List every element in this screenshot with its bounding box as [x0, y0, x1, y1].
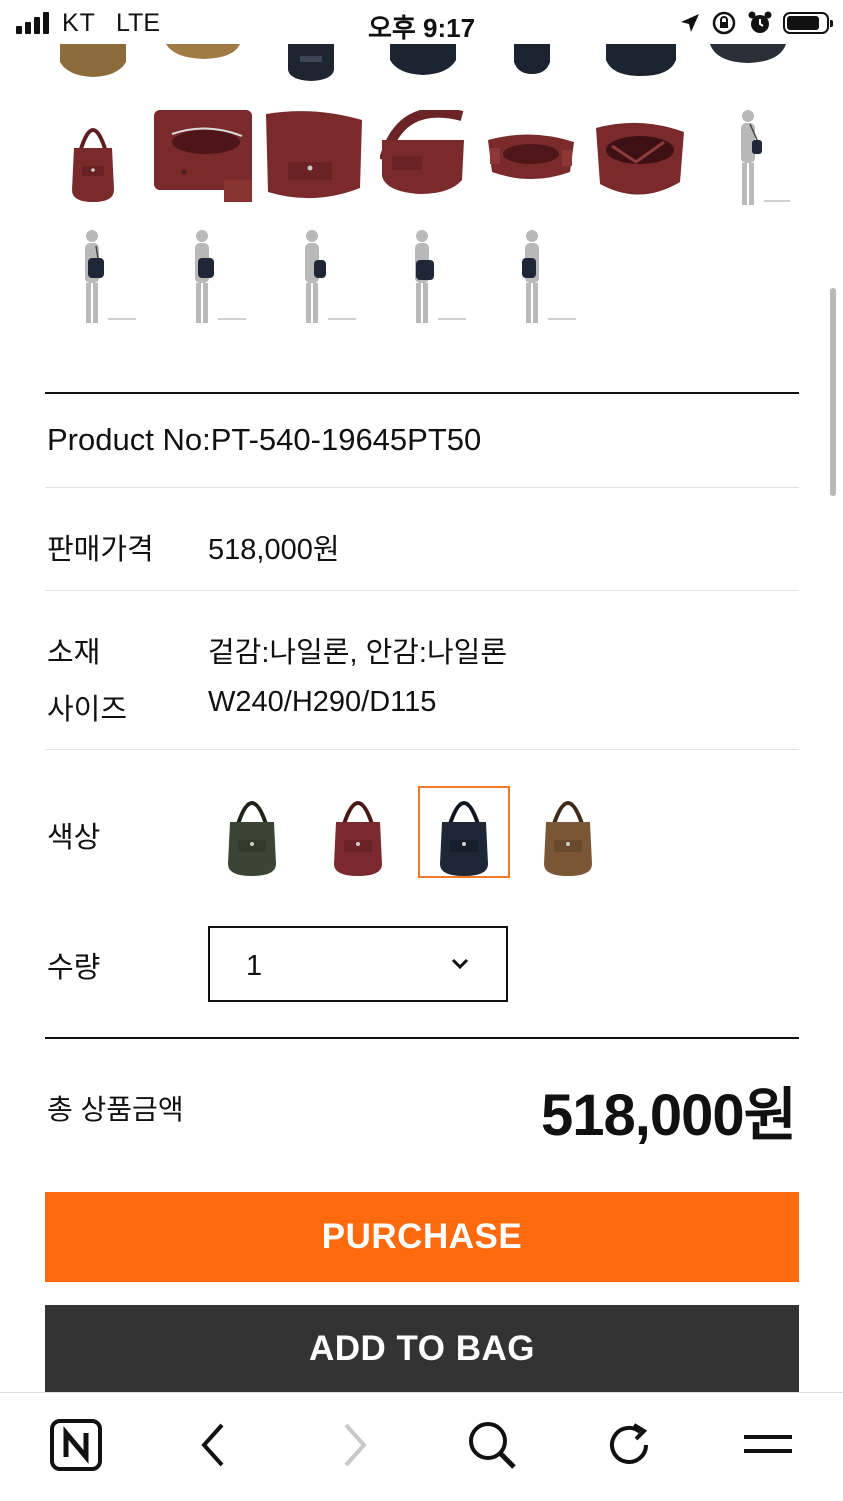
product-number: Product No:PT-540-19645PT50 — [47, 422, 482, 457]
divider — [45, 590, 799, 591]
price-label: 판매가격 — [47, 534, 154, 566]
gallery-thumb[interactable] — [164, 44, 242, 62]
gallery-thumb[interactable] — [708, 44, 788, 66]
quantity-value: 1 — [246, 950, 263, 982]
browser-toolbar — [0, 1392, 843, 1501]
gallery-thumb-burgundy-open[interactable] — [154, 110, 252, 202]
bag-burgundy-icon — [334, 801, 382, 876]
gallery-thumb[interactable] — [388, 44, 458, 78]
menu-icon — [744, 1435, 792, 1453]
gallery-thumb[interactable] — [604, 44, 678, 78]
total-price-value: 518,000원 — [540, 1083, 797, 1148]
color-option-label: 색상 — [47, 822, 101, 854]
gallery-thumb-burgundy-side[interactable] — [266, 110, 362, 202]
search-icon — [469, 1422, 516, 1469]
bag-olive-icon — [228, 801, 276, 876]
refresh-icon — [610, 1423, 648, 1464]
back-icon — [201, 1423, 224, 1467]
status-bar: KT LTE 오후 9:17 — [0, 0, 843, 46]
divider — [45, 1037, 799, 1039]
gallery-thumb[interactable] — [512, 44, 552, 76]
color-swatch-olive[interactable] — [206, 786, 298, 878]
gallery-thumb-model[interactable] — [518, 228, 578, 326]
bag-navy-icon — [440, 801, 488, 876]
material-value: 겉감:나일론, 안감:나일론 — [208, 637, 508, 669]
price-value: 518,000원 — [208, 534, 340, 566]
color-swatch-navy[interactable] — [418, 786, 510, 878]
gallery-thumb-model[interactable] — [78, 228, 138, 326]
add-to-bag-button[interactable]: ADD TO BAG — [45, 1305, 799, 1393]
bag-brown-icon — [544, 801, 592, 876]
menu-button[interactable] — [736, 1413, 800, 1477]
add-to-bag-button-label: ADD TO BAG — [308, 1329, 536, 1368]
gallery-thumb-burgundy-back[interactable] — [380, 110, 466, 196]
gallery-thumb-model[interactable] — [408, 228, 468, 326]
quantity-select[interactable]: 1 — [208, 926, 508, 1002]
forward-icon — [344, 1423, 367, 1467]
color-swatch-burgundy[interactable] — [312, 786, 404, 878]
refresh-button[interactable] — [598, 1413, 662, 1477]
color-swatch-brown[interactable] — [522, 786, 614, 878]
location-arrow-icon — [681, 14, 699, 32]
search-button[interactable] — [460, 1413, 524, 1477]
naver-home-icon — [50, 1419, 102, 1471]
size-value: W240/H290/D115 — [208, 686, 437, 718]
gallery-thumb-burgundy-top[interactable] — [486, 128, 576, 184]
gallery-thumb-model[interactable] — [726, 108, 792, 208]
naver-home-button[interactable] — [44, 1413, 108, 1477]
status-icons — [679, 10, 833, 36]
gallery-thumb[interactable] — [286, 44, 336, 82]
alarm-clock-icon — [748, 11, 772, 33]
rotation-lock-icon — [712, 11, 736, 35]
purchase-button-label: PURCHASE — [321, 1217, 523, 1256]
gallery-thumb[interactable] — [58, 44, 128, 80]
gallery-thumb-model[interactable] — [188, 228, 248, 326]
quantity-label: 수량 — [47, 952, 101, 984]
back-button[interactable] — [182, 1413, 246, 1477]
divider — [45, 749, 799, 750]
total-price-label: 총 상품금액 — [47, 1094, 184, 1125]
divider — [45, 392, 799, 394]
battery-icon — [783, 12, 833, 34]
material-label: 소재 — [47, 637, 101, 669]
chevron-down-icon — [451, 958, 469, 970]
size-label: 사이즈 — [47, 694, 128, 726]
gallery-thumb-burgundy-inside[interactable] — [592, 118, 688, 204]
gallery-thumb-burgundy-front[interactable] — [70, 112, 116, 204]
divider — [45, 487, 799, 488]
page-scrollbar[interactable] — [830, 288, 836, 496]
purchase-button[interactable]: PURCHASE — [45, 1192, 799, 1282]
gallery-thumb-model[interactable] — [298, 228, 358, 326]
forward-button[interactable] — [322, 1413, 386, 1477]
